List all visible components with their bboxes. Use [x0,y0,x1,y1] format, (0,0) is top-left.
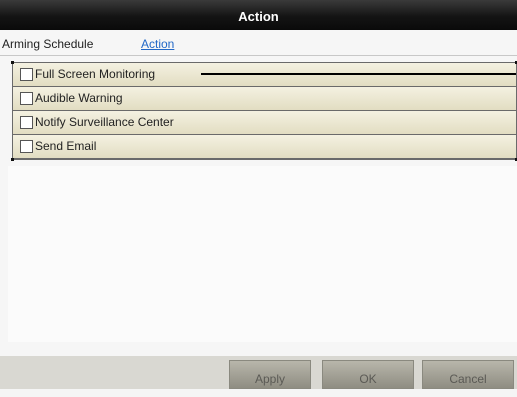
corner-marker [11,61,14,64]
title-bar: Action [0,0,517,30]
action-row-send-email[interactable]: Send Email [13,135,516,159]
tab-bar: Arming Schedule Action [0,33,517,56]
cancel-button[interactable]: Cancel [422,360,514,389]
apply-button[interactable]: Apply [229,360,311,389]
content-area [8,166,517,342]
notify-surveillance-center-label: Notify Surveillance Center [35,115,174,129]
callout-line [201,73,516,75]
action-dialog: Action Arming Schedule Action Full Scree… [0,0,517,389]
tab-action[interactable]: Action [141,37,174,51]
button-bar: Apply OK Cancel [0,356,517,389]
send-email-checkbox[interactable] [20,140,33,153]
corner-marker [11,158,14,161]
action-row-notify-surveillance-center[interactable]: Notify Surveillance Center [13,111,516,135]
tab-arming-schedule[interactable]: Arming Schedule [2,37,93,51]
notify-surveillance-center-checkbox[interactable] [20,116,33,129]
full-screen-monitoring-checkbox[interactable] [20,68,33,81]
action-row-full-screen-monitoring[interactable]: Full Screen Monitoring [13,63,516,87]
action-row-audible-warning[interactable]: Audible Warning [13,87,516,111]
action-list: Full Screen Monitoring Audible Warning N… [11,61,517,161]
audible-warning-checkbox[interactable] [20,92,33,105]
send-email-label: Send Email [35,139,97,153]
ok-button[interactable]: OK [322,360,414,389]
full-screen-monitoring-label: Full Screen Monitoring [35,67,156,81]
audible-warning-label: Audible Warning [35,91,123,105]
dialog-title: Action [238,9,279,24]
